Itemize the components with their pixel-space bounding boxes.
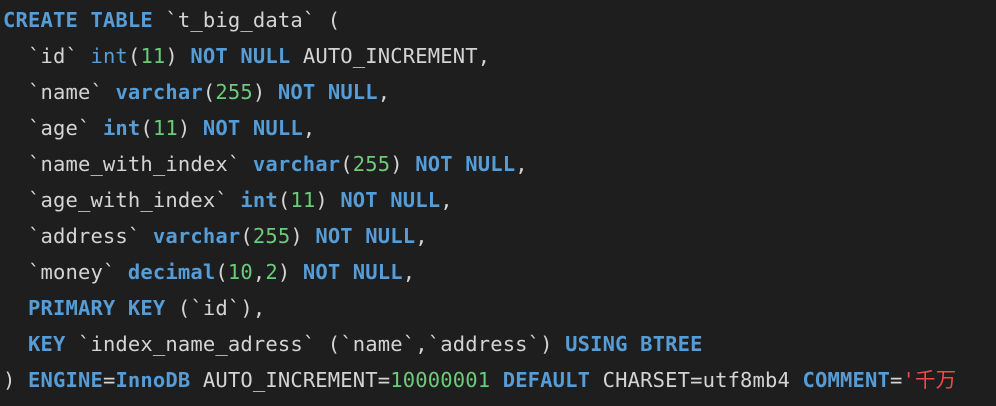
text-token: (	[127, 44, 141, 68]
text-token: (	[340, 152, 353, 176]
text-token: ,	[415, 224, 428, 248]
number-token: 11	[140, 44, 166, 68]
number-token: 2	[265, 260, 278, 284]
keyword-token: int	[102, 116, 141, 140]
number-token: 255	[252, 224, 291, 248]
keyword-token: varchar	[152, 224, 241, 248]
column-money-line[interactable]: `money` decimal(10,2) NOT NULL,	[3, 254, 996, 290]
number-token: 255	[215, 80, 253, 104]
text-token: ,	[402, 260, 416, 284]
create-table-line[interactable]: CREATE TABLE `t_big_data` (	[3, 2, 996, 38]
text-token: `name_with_index`	[3, 152, 253, 176]
table-options-line[interactable]: ) ENGINE=InnoDB AUTO_INCREMENT=10000001 …	[3, 362, 996, 398]
keyword-token: PRIMARY KEY	[27, 296, 166, 320]
keyword-token: NOT NULL	[202, 116, 303, 140]
keyword-token: NOT NULL	[315, 224, 416, 248]
keyword-token: KEY	[27, 332, 66, 356]
keyword-token: varchar	[115, 80, 203, 104]
number-token: 11	[152, 116, 178, 140]
text-token: )	[3, 368, 28, 392]
text-token: (	[215, 260, 228, 284]
text-token: (`id`),	[165, 296, 266, 320]
primary-key-line[interactable]: PRIMARY KEY (`id`),	[3, 290, 996, 326]
text-token: =	[889, 368, 903, 392]
keyword-token: COMMENT	[802, 368, 890, 392]
text-token: `address`	[3, 224, 153, 248]
keyword-token: decimal	[127, 260, 216, 284]
text-token: (	[202, 80, 216, 104]
keyword-token: DEFAULT	[502, 368, 591, 392]
text-token: ,	[377, 80, 391, 104]
number-token: 11	[290, 188, 316, 212]
text-token: =	[102, 368, 116, 392]
code-editor[interactable]: CREATE TABLE `t_big_data` ( `id` int(11)…	[0, 0, 996, 406]
keyword-token: NOT NULL	[340, 188, 441, 212]
keyword-token: NOT NULL	[190, 44, 291, 68]
keyword-token: InnoDB	[115, 368, 191, 392]
keyword-token: ENGINE	[27, 368, 103, 392]
text-token: ,	[515, 152, 528, 176]
keyword-token: int	[90, 44, 128, 68]
text-token: (	[277, 188, 291, 212]
number-token: 10000001	[390, 368, 491, 392]
text-token: )	[390, 152, 416, 176]
keyword-token: NOT NULL	[302, 260, 403, 284]
text-token: `age`	[3, 116, 103, 140]
text-token: CHARSET=utf8mb4	[590, 368, 803, 392]
text-token: ,	[302, 116, 316, 140]
text-token: AUTO_INCREMENT,	[290, 44, 491, 68]
text-token: AUTO_INCREMENT=	[190, 368, 391, 392]
text-token: `id`	[3, 44, 91, 68]
text-token: `index_name_adress` (`name`,`address`)	[65, 332, 566, 356]
text-token: (	[240, 224, 253, 248]
column-age-line[interactable]: `age` int(11) NOT NULL,	[3, 110, 996, 146]
text-token: ,	[440, 188, 453, 212]
keyword-token: NOT NULL	[415, 152, 516, 176]
number-token: 10	[227, 260, 253, 284]
text-token: )	[252, 80, 278, 104]
column-name-line[interactable]: `name` varchar(255) NOT NULL,	[3, 74, 996, 110]
text-token: (	[140, 116, 153, 140]
text-token: `money`	[3, 260, 128, 284]
column-address-line[interactable]: `address` varchar(255) NOT NULL,	[3, 218, 996, 254]
text-token: )	[177, 116, 203, 140]
text-token: `name`	[3, 80, 116, 104]
text-token: )	[290, 224, 316, 248]
index-key-line[interactable]: KEY `index_name_adress` (`name`,`address…	[3, 326, 996, 362]
text-token: )	[277, 260, 303, 284]
column-name-with-index-line[interactable]: `name_with_index` varchar(255) NOT NULL,	[3, 146, 996, 182]
column-id-line[interactable]: `id` int(11) NOT NULL AUTO_INCREMENT,	[3, 38, 996, 74]
text-token: ,	[252, 260, 266, 284]
text-token: `t_big_data` (	[152, 8, 341, 32]
column-age-with-index-line[interactable]: `age_with_index` int(11) NOT NULL,	[3, 182, 996, 218]
keyword-token: CREATE TABLE	[3, 8, 153, 32]
keyword-token: USING BTREE	[565, 332, 703, 356]
keyword-token: int	[240, 188, 278, 212]
text-token: `age_with_index`	[3, 188, 241, 212]
number-token: 255	[352, 152, 391, 176]
keyword-token: varchar	[252, 152, 341, 176]
text-token: )	[165, 44, 191, 68]
string-token: '千万	[902, 368, 957, 392]
text-token: )	[315, 188, 341, 212]
keyword-token: NOT NULL	[277, 80, 378, 104]
